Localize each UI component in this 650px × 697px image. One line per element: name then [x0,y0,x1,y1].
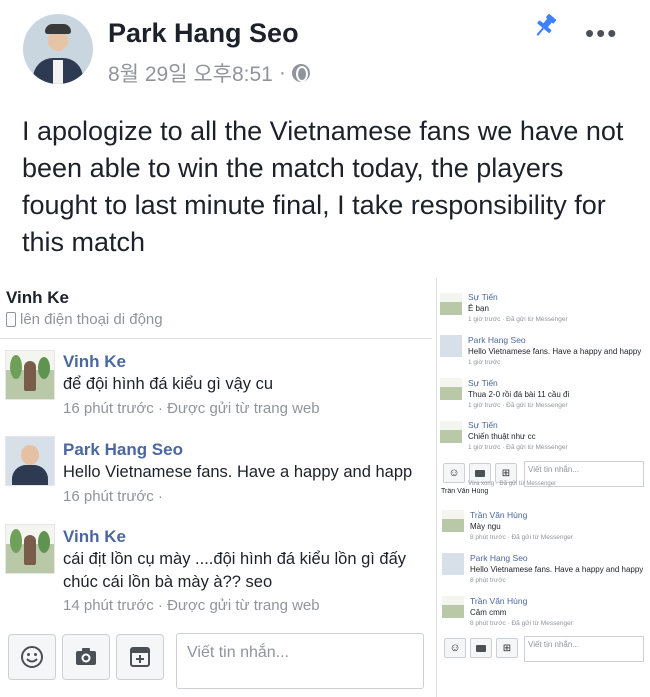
sticker-button[interactable]: ⊞ [496,638,518,658]
emoji-button[interactable] [8,634,56,680]
sticker-button[interactable]: ⊞ [495,463,517,483]
avatar[interactable] [442,510,464,532]
message-time: 14 phút trước · Được gửi từ trang web [63,597,320,614]
message-sender[interactable]: Sự Tiến [468,378,498,388]
emoji-button[interactable]: ☺ [443,463,465,483]
avatar[interactable] [440,421,462,443]
cut-header: Trần Văn Hùng [441,488,489,495]
avatar[interactable] [442,596,464,618]
avatar[interactable] [440,293,462,315]
message-text: Hello Vietnamese fans. Have a happy and … [470,565,644,574]
message-sender[interactable]: Trần Văn Hùng [470,596,527,606]
message-text: Hello Vietnamese fans. Have a happy and … [63,463,413,481]
avatar[interactable] [5,436,55,486]
camera-button[interactable] [470,638,492,658]
message-time: 8 phút trước [470,577,506,584]
camera-icon [475,469,485,477]
message-time: 1 giờ trước · Đã gửi từ Messenger [468,316,568,323]
sticker-icon [130,647,150,667]
sticker-button[interactable] [116,634,164,680]
message-time: 8 phút trước · Đã gửi từ Messenger [470,534,573,541]
message-input[interactable]: Viết tin nhắn... [176,633,424,689]
message-text: Hello Vietnamese fans. Have a happy and … [468,347,642,356]
message-sender[interactable]: Park Hang Seo [468,335,526,345]
more-options-icon[interactable]: ••• [585,18,618,49]
message-text: Câm cmm [470,608,507,617]
emoji-icon: ☺ [448,467,460,479]
message-time: 16 phút trước · [63,488,163,505]
emoji-icon: ☺ [449,642,461,654]
globe-icon[interactable] [291,64,310,82]
message-time: Vừa xong · Đã gửi từ Messenger [468,481,557,487]
message-time: 1 giờ trước · Đã gửi từ Messenger [468,402,568,409]
chat-contact-name[interactable]: Vinh Ke [6,288,69,308]
message-time: 1 giờ trước [468,359,501,366]
message-sender[interactable]: Park Hang Seo [470,553,528,563]
phone-icon [6,312,16,327]
meta-separator: · [278,61,286,84]
message-time: 8 phút trước · Đã gửi từ Messenger [470,620,573,627]
message-sender[interactable]: Vinh Ke [63,352,126,372]
camera-icon [476,644,486,652]
message-sender[interactable]: Sự Tiến [468,292,498,302]
avatar[interactable] [5,350,55,400]
author-avatar[interactable] [23,14,93,84]
message-text: Chiến thuật như cc [468,432,536,441]
camera-icon [76,648,96,665]
camera-button[interactable] [469,463,491,483]
post-timestamp[interactable]: 8월 29일 오후8:51 [108,58,273,88]
camera-button[interactable] [62,634,110,680]
message-time: 1 giờ trước · Đã gửi từ Messenger [468,444,568,451]
post-author-name[interactable]: Park Hang Seo [108,18,299,49]
avatar[interactable] [440,378,462,400]
divider [0,338,432,339]
message-text: cái địt lồn cụ mày ....đội hình đá kiểu … [63,550,407,591]
sticker-icon: ⊞ [501,467,511,479]
message-text: Thua 2-0 rồi đá bài 11 cầu đi [468,390,570,399]
avatar[interactable] [440,335,462,357]
message-text: Ê bạn [468,304,489,313]
avatar[interactable] [442,553,464,575]
status-text: lên điện thoại di động [20,311,163,328]
pin-icon[interactable] [530,12,560,40]
panel-divider [436,278,437,697]
emoji-icon [21,646,43,668]
avatar[interactable] [5,524,55,574]
message-sender[interactable]: Park Hang Seo [63,440,183,460]
message-sender[interactable]: Trần Văn Hùng [470,510,527,520]
message-text: để đội hình đá kiểu gì vậy cu [63,375,274,393]
post-meta: 8월 29일 오후8:51 · [108,58,310,88]
emoji-button[interactable]: ☺ [444,638,466,658]
post-body-text: I apologize to all the Vietnamese fans w… [22,116,624,257]
message-sender[interactable]: Vinh Ke [63,527,126,547]
message-input[interactable]: Viết tin nhắn... [524,636,644,662]
message-time: 16 phút trước · Được gửi từ trang web [63,400,320,417]
message-text: Mày ngu [470,522,501,531]
sticker-icon: ⊞ [502,642,512,654]
message-sender[interactable]: Sự Tiến [468,420,498,430]
chat-contact-status: lên điện thoại di động [6,311,163,328]
